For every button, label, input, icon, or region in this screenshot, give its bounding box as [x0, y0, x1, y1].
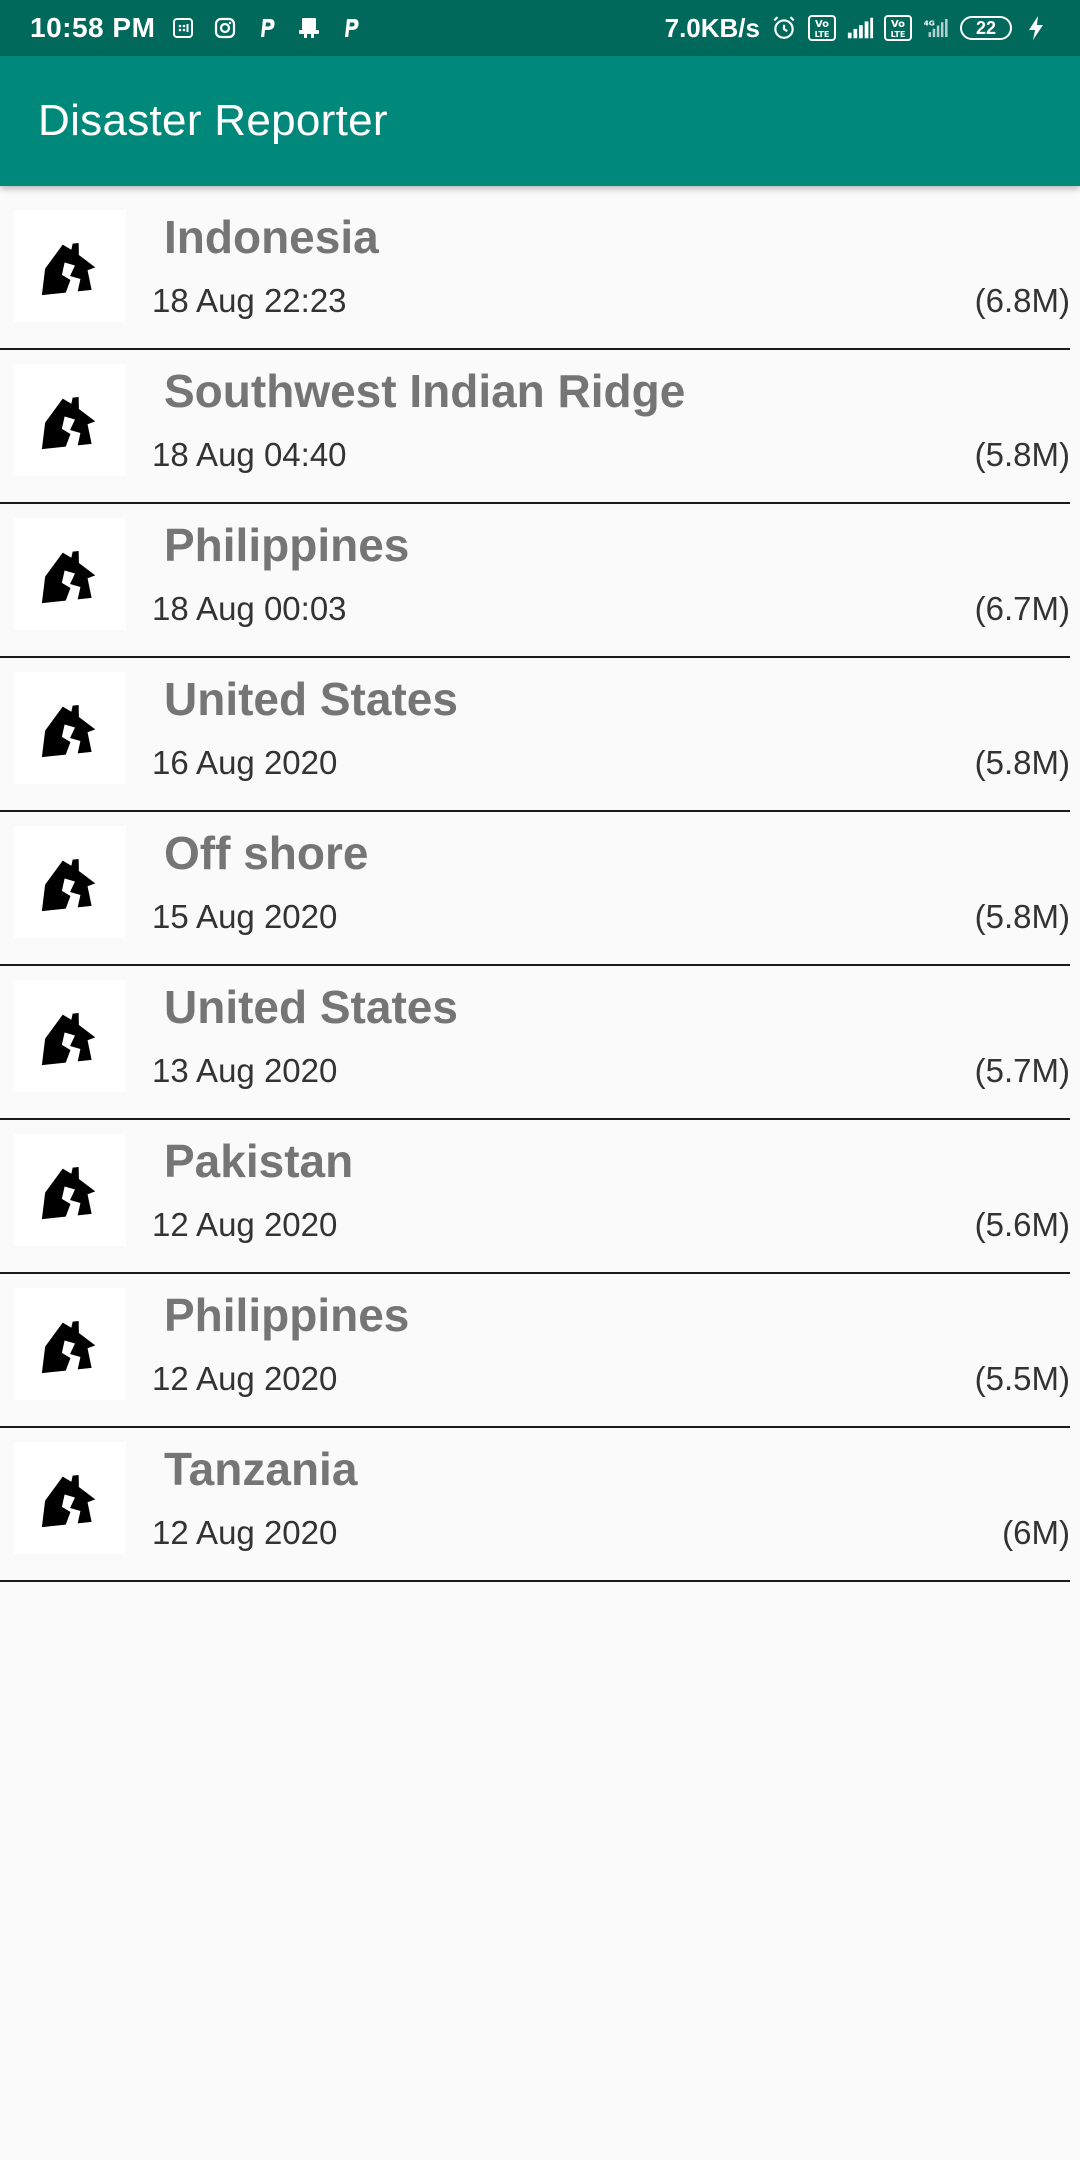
item-title: Southwest Indian Ridge: [164, 365, 686, 417]
earthquake-house-icon: [14, 1288, 126, 1400]
status-right: 7.0KB/s Vo LTE Vo LTE 4G 22: [665, 13, 1050, 44]
item-magnitude: (5.5M): [974, 1360, 1070, 1397]
item-magnitude: (5.8M): [974, 436, 1070, 473]
alarm-icon: [770, 14, 798, 42]
p-app-icon: [253, 14, 281, 42]
list-item[interactable]: Tanzania 12 Aug 2020 (6M): [0, 1428, 1070, 1582]
item-title: Indonesia: [164, 211, 379, 263]
item-date: 12 Aug 2020: [152, 1514, 338, 1551]
network-speed: 7.0KB/s: [664, 12, 760, 43]
item-date: 13 Aug 2020: [152, 1052, 338, 1089]
item-magnitude: (6M): [1002, 1514, 1070, 1551]
list-item[interactable]: Philippines 18 Aug 00:03 (6.7M): [0, 504, 1070, 658]
status-bar: 10:58 PM 7.0KB/s Vo LTE Vo LTE 4G 22: [0, 0, 1080, 56]
svg-text:LTE: LTE: [891, 30, 906, 39]
item-title: Tanzania: [164, 1443, 358, 1495]
earthquake-house-icon: [14, 672, 126, 784]
svg-text:LTE: LTE: [815, 30, 830, 39]
earthquake-house-icon: [14, 364, 126, 476]
item-magnitude: (6.8M): [974, 282, 1070, 319]
volte-icon: Vo LTE: [808, 14, 836, 42]
instagram-icon: [211, 14, 239, 42]
notification-icon: [295, 14, 323, 42]
status-time: 10:58 PM: [30, 12, 156, 43]
item-date: 18 Aug 04:40: [152, 436, 347, 473]
p-app-icon: [337, 14, 365, 42]
list-item[interactable]: Southwest Indian Ridge 18 Aug 04:40 (5.8…: [0, 350, 1070, 504]
item-title: Pakistan: [164, 1135, 354, 1187]
sim-icon: [169, 14, 197, 42]
app-title: Disaster Reporter: [38, 96, 388, 145]
list-item[interactable]: Off shore 15 Aug 2020 (5.8M): [0, 812, 1070, 966]
item-title: Off shore: [164, 827, 369, 879]
earthquake-house-icon: [14, 826, 126, 938]
item-title: Philippines: [164, 1289, 410, 1341]
item-date: 18 Aug 00:03: [152, 590, 347, 627]
item-title: United States: [164, 673, 458, 725]
svg-text:Vo: Vo: [891, 19, 905, 30]
earthquake-house-icon: [14, 1442, 126, 1554]
item-title: Philippines: [164, 519, 410, 571]
svg-text:Vo: Vo: [815, 19, 829, 30]
item-date: 15 Aug 2020: [152, 898, 338, 935]
item-date: 12 Aug 2020: [152, 1360, 338, 1397]
charging-icon: [1022, 14, 1050, 42]
earthquake-house-icon: [14, 210, 126, 322]
item-magnitude: (5.6M): [974, 1206, 1070, 1243]
item-magnitude: (5.8M): [974, 744, 1070, 781]
list-item[interactable]: Indonesia 18 Aug 22:23 (6.8M): [0, 196, 1070, 350]
status-left-icons: [169, 14, 365, 42]
app-bar: Disaster Reporter: [0, 56, 1080, 186]
item-date: 12 Aug 2020: [152, 1206, 338, 1243]
list-item[interactable]: Pakistan 12 Aug 2020 (5.6M): [0, 1120, 1070, 1274]
4g-signal-icon: 4G: [922, 14, 950, 42]
item-title: United States: [164, 981, 458, 1033]
battery-level: 22: [975, 17, 997, 38]
item-magnitude: (5.7M): [974, 1052, 1070, 1089]
item-magnitude: (6.7M): [974, 590, 1070, 627]
item-date: 16 Aug 2020: [152, 744, 338, 781]
list-item[interactable]: Philippines 12 Aug 2020 (5.5M): [0, 1274, 1070, 1428]
list-item[interactable]: United States 13 Aug 2020 (5.7M): [0, 966, 1070, 1120]
item-magnitude: (5.8M): [974, 898, 1070, 935]
earthquake-house-icon: [14, 1134, 126, 1246]
svg-text:4G: 4G: [924, 19, 935, 28]
signal-icon: [846, 14, 874, 42]
item-date: 18 Aug 22:23: [152, 282, 347, 319]
volte-icon: Vo LTE: [884, 14, 912, 42]
earthquake-house-icon: [14, 518, 126, 630]
list-item[interactable]: United States 16 Aug 2020 (5.8M): [0, 658, 1070, 812]
disaster-list: Indonesia 18 Aug 22:23 (6.8M) Southwest …: [0, 196, 1080, 1582]
earthquake-house-icon: [14, 980, 126, 1092]
battery-icon: 22: [960, 16, 1012, 40]
